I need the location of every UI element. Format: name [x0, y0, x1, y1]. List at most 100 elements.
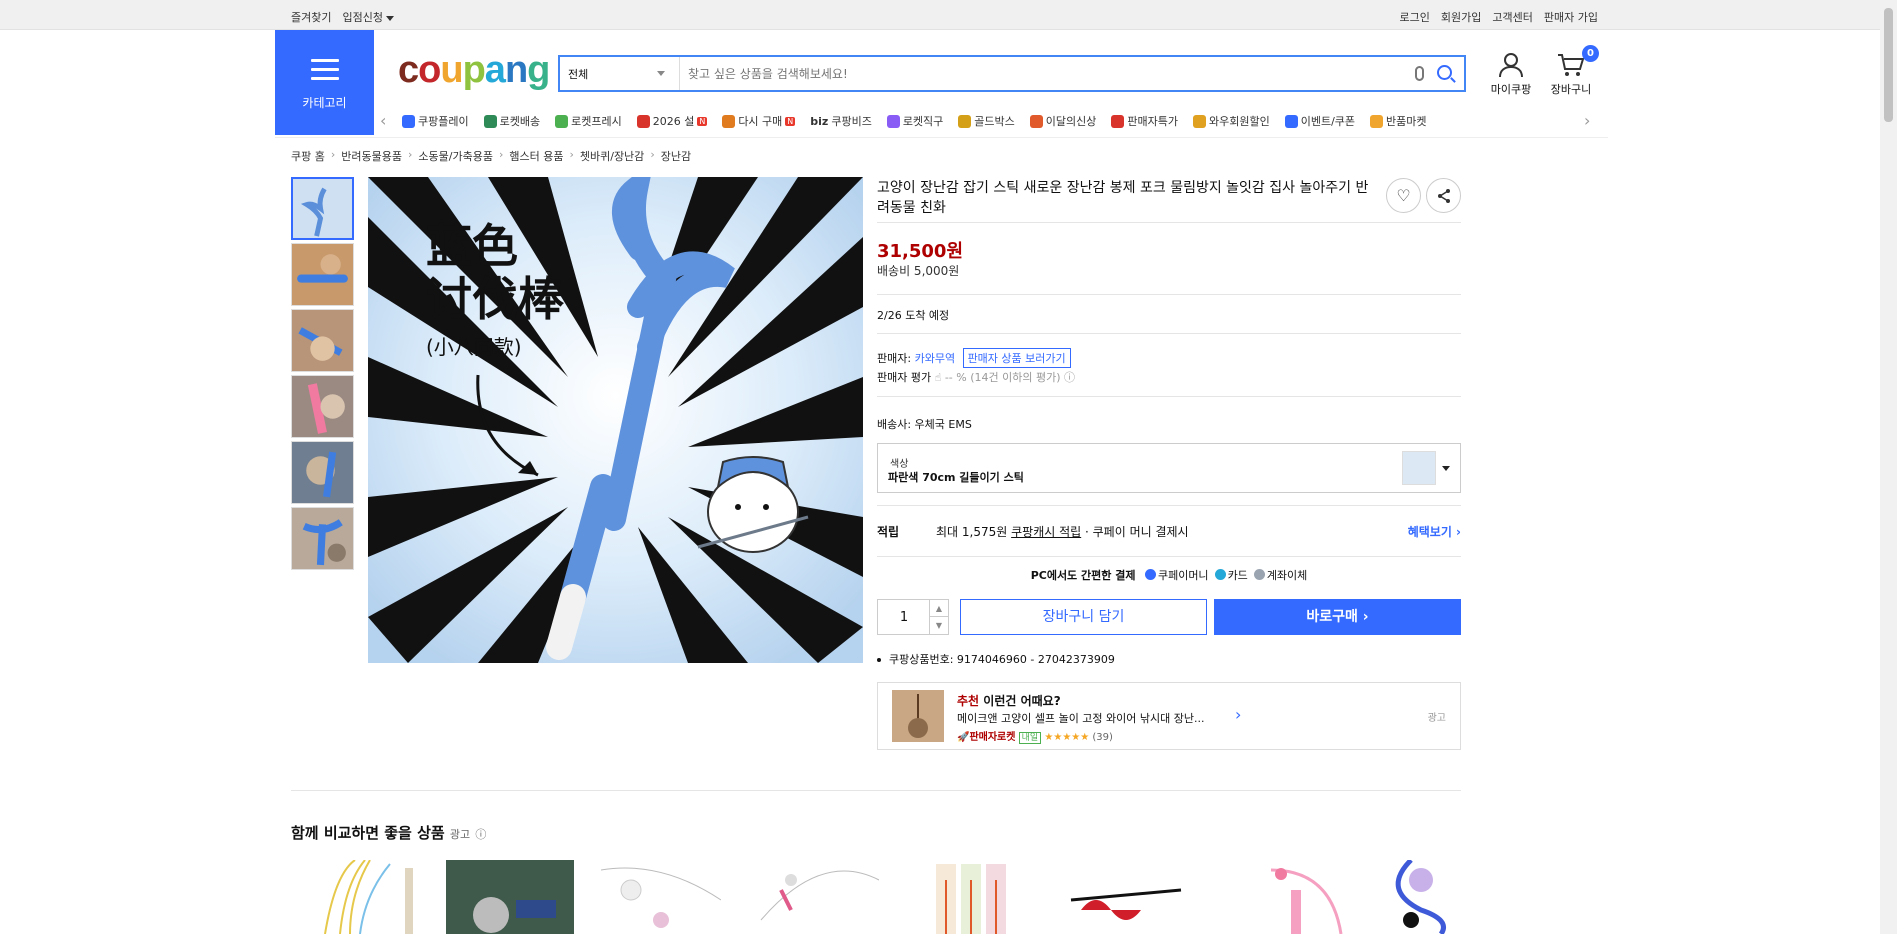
add-to-cart-button[interactable]: 장바구니 담기 — [960, 599, 1207, 635]
nav-item[interactable]: 2026 설N — [636, 113, 708, 129]
info-icon[interactable]: ⓘ — [475, 828, 486, 841]
compare-product-image[interactable] — [446, 860, 574, 934]
chevron-right-icon[interactable]: › — [1235, 705, 1241, 724]
breadcrumb-item[interactable]: 쳇바퀴/장난감 — [580, 148, 644, 164]
logo-letter: o — [418, 49, 441, 91]
compare-heading: 함께 비교하면 좋을 상품 광고 ⓘ — [291, 822, 486, 843]
recommendation-meta: 🚀판매자로켓 내일 ★★★★★ (39) — [957, 728, 1113, 744]
main-product-image[interactable]: 蓝色 讨伐棒 (小八同款) — [368, 177, 863, 663]
customer-center-link[interactable]: 고객센터 — [1492, 9, 1532, 25]
nav-item[interactable]: 이벤트/쿠폰 — [1284, 113, 1355, 129]
breadcrumb-item[interactable]: 반려동물용품 — [341, 148, 402, 164]
thumbnail-2[interactable] — [291, 243, 354, 306]
rating-stars: ★★★★★ — [1044, 732, 1090, 743]
nav-item[interactable]: biz 쿠팡비즈 — [810, 113, 872, 129]
nav-item[interactable]: 와우회원할인 — [1193, 113, 1270, 129]
option-value: 파란색 70cm 길들이기 스틱 — [888, 471, 1024, 484]
compare-product-image[interactable] — [751, 860, 879, 934]
thumbnail-3[interactable] — [291, 309, 354, 372]
thumbnail-6[interactable] — [291, 507, 354, 570]
search-input[interactable] — [688, 61, 1388, 86]
divider — [877, 222, 1461, 223]
info-icon[interactable]: ⓘ — [1064, 371, 1075, 384]
nav-item[interactable]: 다시 구매 N — [722, 113, 796, 129]
review-count: (39) — [1092, 732, 1113, 743]
nav-item[interactable]: 판매자특가 — [1111, 113, 1178, 129]
nav-item[interactable]: 반품마켓 — [1370, 113, 1427, 129]
breadcrumb-separator: › — [330, 148, 336, 161]
benefit-link[interactable]: 혜택보기 › — [1408, 523, 1461, 540]
nav-item-label: 와우회원할인 — [1209, 115, 1270, 128]
seller-signup-link[interactable]: 판매자 가입 — [1544, 9, 1598, 25]
seller-apply-link[interactable]: 입점신청 — [342, 9, 394, 25]
nav-item-icon — [402, 114, 415, 128]
thumbnail-4[interactable] — [291, 375, 354, 438]
share-icon[interactable] — [1426, 178, 1461, 213]
chevron-left-icon[interactable]: ‹ — [380, 111, 386, 130]
nav-item[interactable]: 로켓프레시 — [555, 113, 622, 129]
arrival-date: 2/26 도착 예정 — [877, 309, 950, 322]
recommendation-title[interactable]: 메이크앤 고양이 셀프 놀이 고정 와이어 낚시대 장난... — [957, 710, 1247, 726]
delivery-carrier: 배송사: 우체국 EMS — [877, 418, 972, 431]
nav-item[interactable]: 이달의신상 — [1029, 113, 1096, 129]
recommendation-image[interactable] — [892, 690, 944, 742]
scrollbar-thumb[interactable] — [1884, 8, 1893, 122]
coupang-cash-link[interactable]: 쿠팡캐시 적립 — [1011, 525, 1081, 539]
quantity-stepper[interactable]: 1 ▲ ▼ — [877, 599, 949, 635]
nav-item[interactable]: 골드박스 — [958, 113, 1015, 129]
nav-item-icon — [1029, 114, 1043, 128]
compare-product-image[interactable] — [1251, 860, 1379, 934]
pc-payment-label: PC에서도 간편한 결제 — [1030, 569, 1136, 582]
bookmark-link[interactable]: 즐겨찾기 — [291, 9, 331, 25]
nav-item[interactable]: 로켓배송 — [483, 113, 540, 129]
buy-now-button[interactable]: 바로구매 › — [1214, 599, 1461, 635]
category-button[interactable]: 카테고리 — [275, 30, 374, 135]
payment-method-label: 카드 — [1227, 569, 1248, 582]
seller-apply-label: 입점신청 — [342, 11, 383, 24]
search-category-select[interactable]: 전체 — [560, 57, 680, 90]
compare-product-image[interactable] — [1061, 860, 1189, 934]
reward-condition: · 쿠페이 머니 결제시 — [1085, 525, 1189, 539]
compare-product-image[interactable] — [305, 860, 433, 934]
heart-icon[interactable]: ♡ — [1386, 178, 1421, 213]
quantity-down-icon[interactable]: ▼ — [929, 617, 948, 634]
chevron-down-icon — [385, 15, 394, 21]
breadcrumb-item[interactable]: 장난감 — [661, 148, 691, 164]
breadcrumb-item[interactable]: 소동물/가축용품 — [418, 148, 493, 164]
chevron-right-icon[interactable]: › — [1584, 111, 1590, 130]
thumbnail-1[interactable] — [291, 177, 354, 240]
page-scrollbar[interactable] — [1880, 0, 1897, 934]
breadcrumb-item[interactable]: 쿠팡 홈 — [291, 148, 325, 164]
microphone-icon[interactable] — [1415, 66, 1424, 81]
option-select[interactable]: 색상 파란색 70cm 길들이기 스틱 — [877, 443, 1461, 493]
nav-item-icon — [636, 114, 650, 128]
chevron-down-icon — [657, 71, 665, 76]
logo-letter: c — [398, 49, 419, 91]
cart-icon — [1558, 54, 1585, 76]
payment-method-label: 쿠페이머니 — [1157, 569, 1209, 582]
coupang-logo[interactable]: coupang — [398, 49, 550, 91]
nav-item[interactable]: 로켓직구 — [886, 113, 943, 129]
nav-item[interactable]: 쿠팡플레이 — [402, 113, 469, 129]
seller-name-link[interactable]: 카와무역 — [915, 352, 955, 365]
compare-product-image[interactable] — [1371, 860, 1461, 934]
quantity-up-icon[interactable]: ▲ — [929, 600, 948, 617]
nav-item-label: 로켓프레시 — [571, 115, 622, 128]
signup-link[interactable]: 회원가입 — [1441, 9, 1481, 25]
image-text-line3: (小八同款) — [426, 335, 522, 359]
breadcrumb-item[interactable]: 햄스터 용품 — [509, 148, 563, 164]
recommendation-card[interactable]: 추천 이런건 어때요? 메이크앤 고양이 셀프 놀이 고정 와이어 낚시대 장난… — [877, 682, 1461, 750]
compare-product-image[interactable] — [601, 860, 729, 934]
seller-info: 판매자: 카와무역 판매자 상품 보러가기 — [877, 348, 1071, 368]
seller-products-button[interactable]: 판매자 상품 보러가기 — [962, 348, 1071, 368]
login-link[interactable]: 로그인 — [1400, 9, 1430, 25]
quantity-value[interactable]: 1 — [878, 610, 930, 625]
section-divider — [291, 790, 1461, 791]
compare-product-image[interactable] — [931, 860, 1059, 934]
mycoupang-button[interactable]: 마이쿠팡 — [1488, 52, 1534, 97]
tomorrow-badge: 내일 — [1018, 732, 1042, 744]
thumbnail-5[interactable] — [291, 441, 354, 504]
search-icon[interactable] — [1437, 65, 1452, 80]
divider — [877, 294, 1461, 295]
breadcrumb: 쿠팡 홈 › 반려동물용품 › 소동물/가축용품 › 햄스터 용품 › 쳇바퀴/장난감 › 장난감 — [291, 148, 691, 164]
